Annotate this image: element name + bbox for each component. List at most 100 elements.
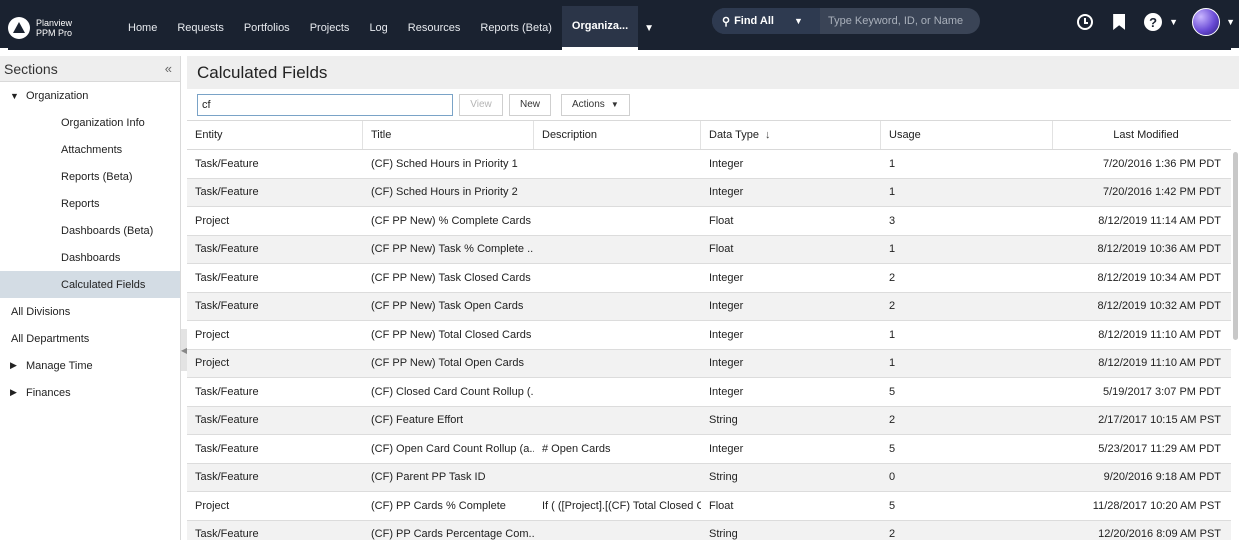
cell-description — [534, 321, 701, 349]
cell-description — [534, 293, 701, 321]
table-row[interactable]: Project (CF) PP Cards % Complete If ( ([Pr… — [187, 492, 1231, 521]
collapse-sidebar-icon[interactable]: « — [165, 61, 172, 76]
sort-descending-icon[interactable]: ↓ — [765, 129, 771, 141]
main-nav: Home Requests Portfolios Projects Log Resourc… — [118, 6, 654, 50]
user-avatar[interactable] — [1192, 8, 1221, 36]
nav-item-resources[interactable]: Resources — [398, 6, 471, 50]
cell-data-type: Integer — [709, 157, 744, 170]
sidebar-item-manage-time[interactable]: ▶ Manage Time — [0, 352, 180, 379]
new-button[interactable]: New — [509, 93, 552, 116]
sidebar-item-calculated-fields[interactable]: Calculated Fields — [0, 271, 180, 298]
sidebar-item-all-departments[interactable]: All Departments — [0, 325, 180, 352]
sidebar-item-all-divisions[interactable]: All Divisions — [0, 298, 180, 325]
cell-description — [534, 179, 701, 207]
column-header-usage[interactable]: Usage — [881, 121, 1053, 149]
table-row[interactable]: Task/Feature (CF PP New) Task Open Cards I… — [187, 292, 1231, 321]
column-header-title[interactable]: Title — [363, 121, 534, 149]
cell-usage: 2 — [889, 528, 896, 540]
sidebar-item-finances[interactable]: ▶ Finances — [0, 379, 180, 406]
bookmark-icon[interactable] — [1109, 12, 1129, 32]
cell-data-type: Integer — [709, 442, 744, 455]
cell-entity: Project — [195, 357, 230, 370]
table-row[interactable]: Task/Feature (CF) Sched Hours in Priority… — [187, 178, 1231, 207]
collapsed-triangle-icon[interactable]: ▶ — [10, 360, 20, 371]
table-row[interactable]: Project (CF PP New) Total Closed Cards Int… — [187, 321, 1231, 350]
table-row[interactable]: Project (CF PP New) Total Open Cards Integ… — [187, 349, 1231, 378]
cell-title: (CF PP New) Task % Complete ... — [371, 243, 534, 256]
table-row[interactable]: Task/Feature (CF) Parent PP Task ID String… — [187, 463, 1231, 492]
table-row[interactable]: Project (CF PP New) % Complete Cards Float… — [187, 207, 1231, 236]
table-row[interactable]: Task/Feature (CF) Sched Hours in Priority… — [187, 150, 1231, 179]
table-row[interactable]: Task/Feature (CF) PP Cards Percentage Com… — [187, 520, 1231, 540]
column-header-label: Entity — [195, 129, 223, 141]
nav-item-reports-beta[interactable]: Reports (Beta) — [470, 6, 562, 50]
cell-data-type: String — [709, 528, 738, 540]
cell-entity: Task/Feature — [195, 414, 259, 427]
column-header-data-type[interactable]: Data Type ↓ — [701, 121, 881, 149]
view-button[interactable]: View — [459, 93, 503, 116]
collapsed-triangle-icon[interactable]: ▶ — [10, 387, 20, 398]
nav-item-portfolios[interactable]: Portfolios — [234, 6, 300, 50]
cell-last-modified: 7/20/2016 1:42 PM PDT — [1102, 186, 1221, 199]
nav-item-organiza[interactable]: Organiza... — [561, 6, 639, 50]
nav-item-projects[interactable]: Projects — [300, 6, 360, 50]
cell-entity: Task/Feature — [195, 442, 259, 455]
organization-menu-chevron-icon[interactable]: ▼ — [644, 23, 654, 34]
cell-title: (CF) Sched Hours in Priority 1 — [371, 157, 518, 170]
expanded-triangle-icon[interactable]: ▼ — [10, 91, 20, 101]
planview-logo-icon — [8, 17, 30, 39]
scrollbar-thumb[interactable] — [1233, 152, 1238, 340]
recent-icon[interactable] — [1075, 12, 1095, 32]
planview-logo[interactable]: Planview PPM Pro — [8, 17, 118, 39]
table-row[interactable]: Task/Feature (CF PP New) Task Closed Card… — [187, 264, 1231, 293]
search-input[interactable] — [820, 15, 975, 27]
nav-item-requests[interactable]: Requests — [167, 6, 233, 50]
cell-usage: 5 — [889, 385, 896, 398]
table-row[interactable]: Task/Feature (CF PP New) Task % Complete … — [187, 235, 1231, 264]
chevron-down-icon: ▼ — [793, 16, 803, 26]
sidebar-item-organization[interactable]: ▼ Organization — [0, 82, 180, 109]
table-row[interactable]: Task/Feature (CF) Open Card Count Rollup … — [187, 435, 1231, 464]
nav-item-home[interactable]: Home — [118, 6, 167, 50]
sidebar-item-label: Calculated Fields — [61, 278, 146, 291]
sidebar-item-label: Finances — [26, 386, 71, 399]
table-scrollbar[interactable] — [1231, 152, 1239, 340]
cell-data-type: Integer — [709, 357, 744, 370]
cell-description — [534, 236, 701, 264]
sidebar-item-label: Dashboards (Beta) — [61, 224, 154, 237]
cell-entity: Project — [195, 499, 230, 512]
filter-input[interactable] — [197, 93, 453, 116]
cell-description: If ( ([Project].[(CF) Total Closed C... — [542, 499, 701, 512]
cell-last-modified: 8/12/2019 11:10 AM PDT — [1098, 328, 1221, 341]
help-chevron-down-icon[interactable]: ▼ — [1169, 17, 1178, 27]
sidebar-item-dashboards[interactable]: Dashboards — [0, 244, 180, 271]
cell-usage: 1 — [889, 328, 896, 341]
column-header-entity[interactable]: Entity — [187, 121, 363, 149]
cell-last-modified: 8/12/2019 11:10 AM PDT — [1098, 357, 1221, 370]
cell-data-type: Float — [709, 243, 734, 256]
find-all-dropdown[interactable]: ⚲ Find All ▼ — [712, 8, 820, 34]
cell-usage: 1 — [889, 243, 896, 256]
cell-entity: Task/Feature — [195, 528, 259, 540]
sidebar-item-reports-beta[interactable]: Reports (Beta) — [0, 163, 180, 190]
cell-description — [534, 521, 701, 540]
nav-item-log[interactable]: Log — [359, 6, 397, 50]
cell-usage: 3 — [889, 214, 896, 227]
actions-dropdown[interactable]: Actions ▼ — [561, 93, 630, 116]
sidebar-item-dashboards-beta[interactable]: Dashboards (Beta) — [0, 217, 180, 244]
sidebar-item-attachments[interactable]: Attachments — [0, 136, 180, 163]
table-row[interactable]: Task/Feature (CF) Feature Effort String 2 2/… — [187, 406, 1231, 435]
logo-text: Planview PPM Pro — [36, 18, 72, 38]
calculated-fields-table: Entity Title Description Data Type ↓ Usage Las… — [187, 120, 1231, 540]
avatar-chevron-down-icon[interactable]: ▼ — [1226, 17, 1235, 27]
table-row[interactable]: Task/Feature (CF) Closed Card Count Rollu… — [187, 378, 1231, 407]
cell-last-modified: 9/20/2016 9:18 AM PDT — [1103, 471, 1221, 484]
sidebar-items: ▼ Organization Organization Info Attachment… — [0, 82, 180, 406]
help-icon[interactable]: ? — [1143, 12, 1163, 32]
column-header-description[interactable]: Description — [534, 121, 701, 149]
cell-entity: Project — [195, 328, 230, 341]
column-header-last-modified[interactable]: Last Modified — [1053, 121, 1231, 149]
sidebar-header: Sections « — [0, 56, 180, 82]
sidebar-item-reports[interactable]: Reports — [0, 190, 180, 217]
sidebar-item-organization-info[interactable]: Organization Info — [0, 109, 180, 136]
